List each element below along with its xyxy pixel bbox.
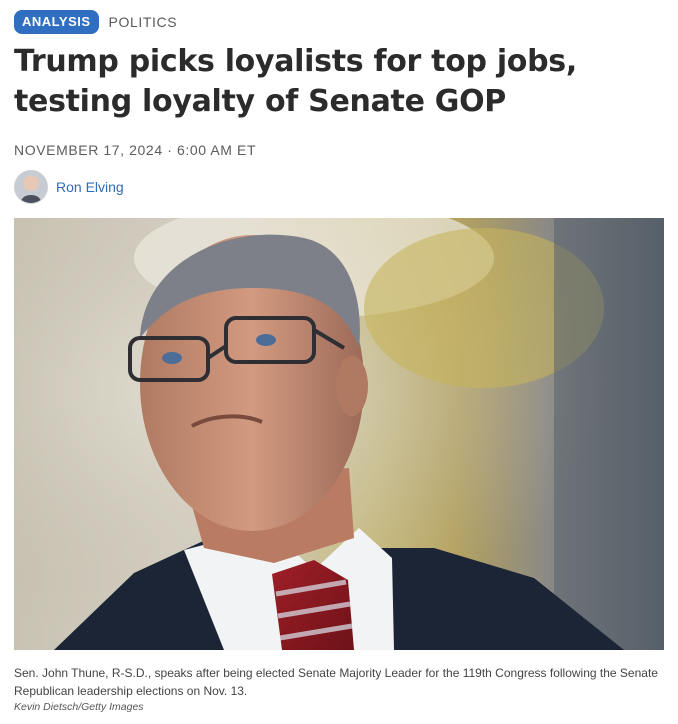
dateline: NOVEMBER 17, 2024 · 6:00 AM ET	[14, 142, 257, 158]
photo-caption: Sen. John Thune, R-S.D., speaks after be…	[14, 666, 658, 698]
analysis-badge[interactable]: ANALYSIS	[14, 10, 99, 34]
lead-photo[interactable]	[14, 218, 664, 650]
byline: Ron Elving	[14, 170, 124, 204]
section-link[interactable]: POLITICS	[109, 14, 178, 30]
photo-credit: Kevin Dietsch/Getty Images	[14, 701, 144, 713]
lead-photo-illustration	[14, 218, 664, 650]
article-tags: ANALYSIS POLITICS	[14, 10, 177, 34]
headline: Trump picks loyalists for top jobs, test…	[14, 44, 577, 119]
author-avatar[interactable]	[14, 170, 48, 204]
author-link[interactable]: Ron Elving	[56, 179, 124, 195]
